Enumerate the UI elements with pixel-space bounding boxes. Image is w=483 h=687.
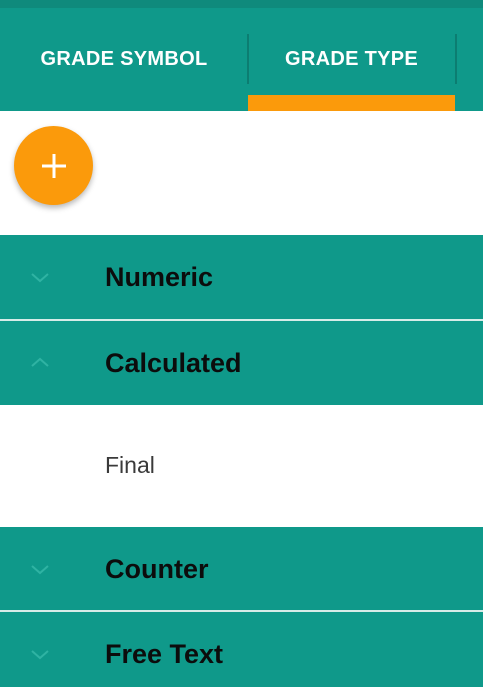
group-row-free-text[interactable]: Free Text — [0, 612, 483, 687]
group-label: Calculated — [105, 348, 242, 378]
tab-divider — [455, 34, 457, 84]
app-frame: GRADE SYMBOL GRADE TYPE Numeric Calculat… — [0, 0, 483, 687]
chevron-down-icon — [31, 565, 49, 575]
add-button[interactable] — [14, 126, 93, 205]
tab-selected-indicator — [248, 95, 455, 111]
chevron-up-icon — [31, 357, 49, 367]
group-label: Numeric — [105, 262, 214, 292]
group-label: Counter — [105, 554, 209, 584]
tab-grade-symbol-label: GRADE SYMBOL — [40, 48, 208, 70]
chevron-down-icon — [31, 650, 49, 660]
plus-icon — [41, 153, 66, 178]
group-label: Free Text — [105, 639, 224, 669]
tab-bar: GRADE SYMBOL GRADE TYPE — [0, 8, 483, 111]
group-row-calculated[interactable]: Calculated — [0, 321, 483, 405]
list-item-final[interactable]: Final — [0, 405, 483, 525]
status-strip — [0, 0, 483, 8]
list-item-label: Final — [105, 452, 155, 478]
tab-grade-symbol[interactable]: GRADE SYMBOL — [0, 8, 248, 111]
group-row-numeric[interactable]: Numeric — [0, 235, 483, 319]
group-row-counter[interactable]: Counter — [0, 527, 483, 611]
chevron-down-icon — [31, 273, 49, 283]
tab-grade-type-label: GRADE TYPE — [284, 48, 419, 70]
